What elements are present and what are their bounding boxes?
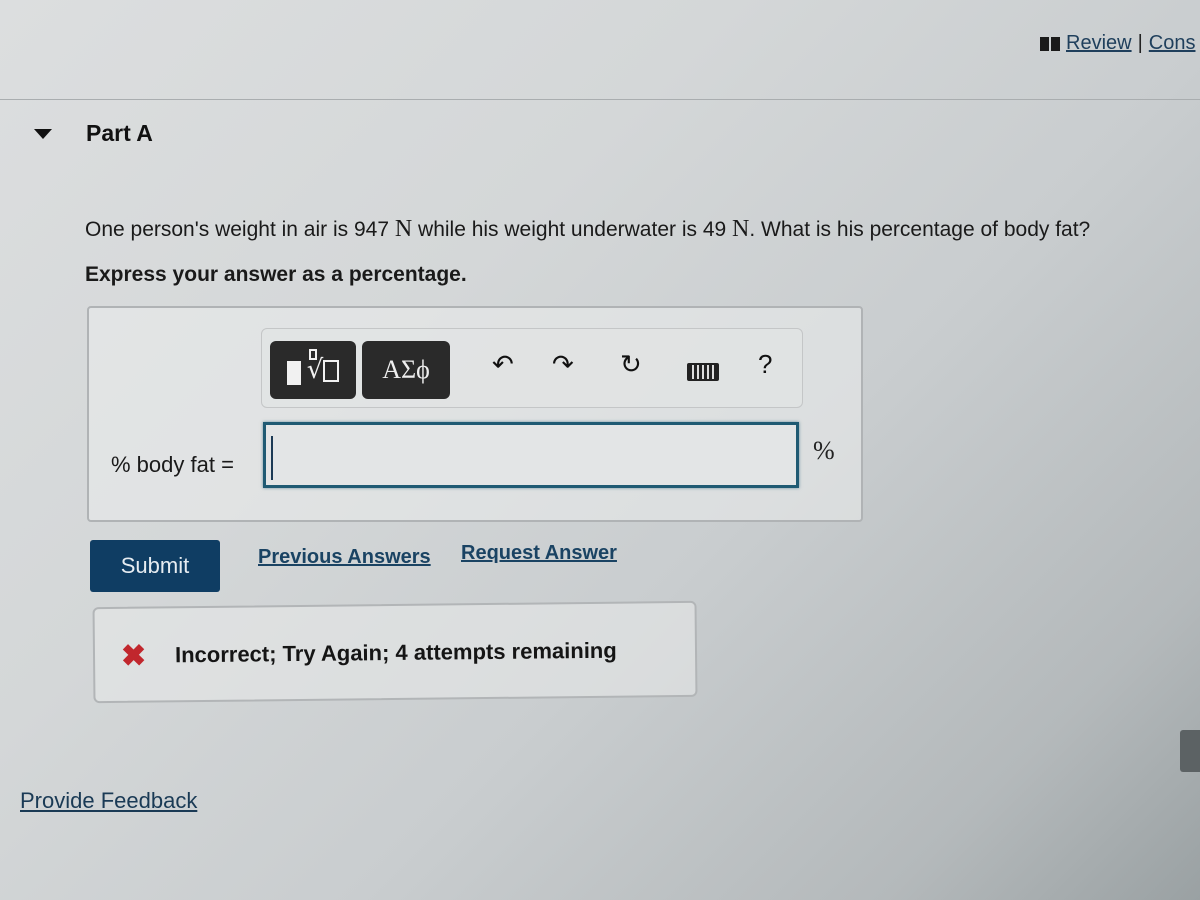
math-toolbar: √ ΑΣϕ ↶ ↷ ↻ ? (261, 328, 803, 408)
review-links: Review | Cons (1040, 32, 1195, 55)
side-panel-tab[interactable] (1180, 730, 1200, 772)
feedback-box: ✖ Incorrect; Try Again; 4 attempts remai… (92, 600, 698, 704)
part-title: Part A (86, 120, 153, 146)
template-square-icon (286, 361, 301, 385)
caret-down-icon[interactable] (34, 128, 52, 139)
unit-percent: % (813, 436, 835, 465)
previous-answers-link[interactable]: Previous Answers (258, 546, 431, 569)
submit-button[interactable]: Submit (90, 540, 220, 592)
text-cursor (271, 436, 273, 480)
question-text-part: One person's weight in air is 947 (85, 218, 395, 241)
answer-box: √ ΑΣϕ ↶ ↷ ↻ ? % body fat = % (87, 306, 863, 522)
unit-newton: N (732, 216, 750, 242)
request-answer-link[interactable]: Request Answer (461, 542, 617, 565)
answer-label: % body fat = (111, 452, 234, 477)
radical-icon: √ (307, 349, 340, 385)
separator: | (1137, 32, 1143, 54)
instruction-text: Express your answer as a percentage. (85, 263, 467, 286)
templates-button[interactable]: √ (270, 341, 356, 399)
help-icon[interactable]: ? (758, 349, 772, 380)
provide-feedback-link[interactable]: Provide Feedback (20, 788, 197, 814)
reset-icon[interactable]: ↻ (620, 349, 642, 380)
part-header[interactable]: Part A (34, 120, 153, 147)
question-text-part: while his weight underwater is 49 (412, 218, 733, 241)
constants-link[interactable]: Cons (1149, 32, 1196, 55)
answer-input[interactable] (263, 422, 799, 488)
keyboard-icon[interactable] (687, 363, 719, 381)
question-text: One person's weight in air is 947 N whil… (85, 216, 1090, 243)
feedback-message: Incorrect; Try Again; 4 attempts remaini… (174, 637, 617, 668)
redo-icon[interactable]: ↷ (552, 349, 574, 380)
book-icon (1040, 36, 1060, 51)
question-text-part: . What is his percentage of body fat? (749, 218, 1091, 241)
unit-newton: N (394, 216, 413, 242)
review-link[interactable]: Review (1066, 32, 1132, 55)
greek-symbols-button[interactable]: ΑΣϕ (362, 341, 450, 399)
undo-icon[interactable]: ↶ (492, 349, 514, 380)
incorrect-x-icon: ✖ (120, 639, 147, 673)
top-bar: Review | Cons (0, 0, 1200, 100)
